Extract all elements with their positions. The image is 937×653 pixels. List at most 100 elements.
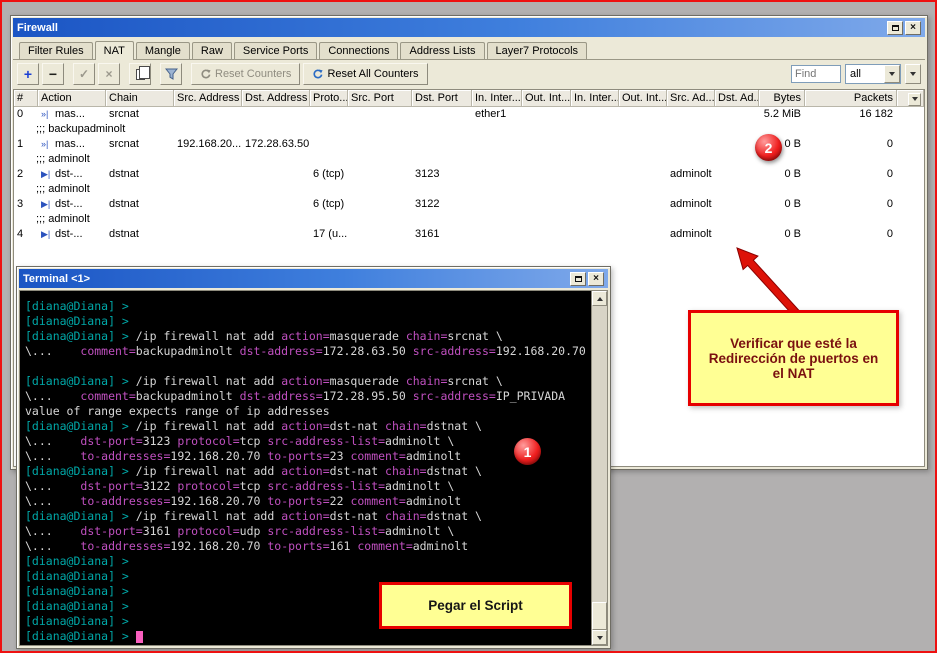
- cell-src: [174, 197, 242, 212]
- rule-row[interactable]: 3▶|dst-...dstnat6 (tcp)3122adminolt0 B0: [14, 197, 924, 212]
- chevron-down-icon: [910, 72, 916, 76]
- callout-nat-redirect: Verificar que esté la Redirección de pue…: [688, 310, 899, 406]
- terminal-titlebar[interactable]: Terminal <1> ×: [19, 269, 608, 288]
- column-header--[interactable]: #: [14, 90, 38, 107]
- column-header-action[interactable]: Action: [38, 90, 106, 107]
- column-header-dst-address[interactable]: Dst. Address: [242, 90, 310, 107]
- cell-proto: 6 (tcp): [310, 167, 348, 182]
- cell-inif: [472, 227, 522, 242]
- copy-rule-button[interactable]: [129, 63, 151, 85]
- column-header-dst-port[interactable]: Dst. Port: [412, 90, 472, 107]
- tab-mangle[interactable]: Mangle: [136, 42, 190, 59]
- cell-dstadd: [715, 167, 759, 182]
- terminal-line: \... comment=backupadminolt dst-address=…: [25, 389, 589, 404]
- disable-rule-button[interactable]: ×: [98, 63, 120, 85]
- cell-num: 0: [14, 107, 38, 122]
- firewall-toolbar: + − ✓ × Reset Counters: [13, 59, 925, 88]
- combo-arrow-button[interactable]: [884, 65, 900, 83]
- cell-inif: [472, 137, 522, 152]
- cell-chain: srcnat: [106, 107, 174, 122]
- reset-counters-button[interactable]: Reset Counters: [191, 63, 300, 85]
- column-select-button[interactable]: [908, 93, 921, 106]
- tab-layer7-protocols[interactable]: Layer7 Protocols: [487, 42, 588, 59]
- cell-packets: 0: [805, 137, 897, 152]
- column-header-src-address[interactable]: Src. Address: [174, 90, 242, 107]
- tab-raw[interactable]: Raw: [192, 42, 232, 59]
- terminal-line: [diana@Diana] >: [25, 554, 589, 569]
- comment-row[interactable]: ;;; backupadminolt: [14, 122, 924, 137]
- rule-row[interactable]: 1»|mas...srcnat192.168.20...172.28.63.50…: [14, 137, 924, 152]
- comment-row[interactable]: ;;; adminolt: [14, 152, 924, 167]
- scrollbar-track[interactable]: [592, 306, 607, 630]
- cell-inlist: [571, 167, 619, 182]
- column-header-bytes[interactable]: Bytes: [759, 90, 805, 107]
- comment-row[interactable]: ;;; adminolt: [14, 182, 924, 197]
- tab-service-ports[interactable]: Service Ports: [234, 42, 317, 59]
- terminal-line: [diana@Diana] >: [25, 314, 589, 329]
- annotation-badge-2: 2: [755, 134, 782, 161]
- comment-row[interactable]: ;;; adminolt: [14, 212, 924, 227]
- cell-outlist: [619, 197, 667, 212]
- cell-dstadd: [715, 137, 759, 152]
- filter-button[interactable]: [160, 63, 182, 85]
- column-header-chain[interactable]: Chain: [106, 90, 174, 107]
- column-header-src-ad-[interactable]: Src. Ad...: [667, 90, 715, 107]
- column-header-dst-ad-[interactable]: Dst. Ad...: [715, 90, 759, 107]
- cell-action: ▶|dst-...: [38, 197, 106, 212]
- column-header-in-inter-[interactable]: In. Inter...: [571, 90, 619, 107]
- column-header-out-int-[interactable]: Out. Int...: [522, 90, 571, 107]
- reset-counters-icon: [200, 69, 211, 80]
- reset-all-counters-button[interactable]: Reset All Counters: [303, 63, 427, 85]
- close-button[interactable]: ×: [905, 21, 921, 35]
- cell-dst: [242, 167, 310, 182]
- comment-text: ;;; adminolt: [14, 152, 90, 167]
- terminal-line: [diana@Diana] >: [25, 299, 589, 314]
- add-rule-button[interactable]: +: [17, 63, 39, 85]
- tab-nat[interactable]: NAT: [95, 41, 134, 60]
- cell-inlist: [571, 227, 619, 242]
- cell-outif: [522, 197, 571, 212]
- copy-icon: [136, 69, 145, 80]
- maximize-button[interactable]: [570, 272, 586, 286]
- callout-paste-script: Pegar el Script: [379, 582, 572, 629]
- column-header-packets[interactable]: Packets: [805, 90, 897, 107]
- column-header-proto-[interactable]: Proto...: [310, 90, 348, 107]
- column-header-out-int-[interactable]: Out. Int...: [619, 90, 667, 107]
- remove-rule-button[interactable]: −: [42, 63, 64, 85]
- tab-connections[interactable]: Connections: [319, 42, 398, 59]
- cell-num: 1: [14, 137, 38, 152]
- dst-nat-icon: ▶|: [41, 197, 55, 212]
- cell-chain: srcnat: [106, 137, 174, 152]
- rule-row[interactable]: 0»|mas...srcnatether15.2 MiB16 182: [14, 107, 924, 122]
- rule-row[interactable]: 2▶|dst-...dstnat6 (tcp)3123adminolt0 B0: [14, 167, 924, 182]
- cell-packets: 0: [805, 197, 897, 212]
- tab-filter-rules[interactable]: Filter Rules: [19, 42, 93, 59]
- column-header-in-inter-[interactable]: In. Inter...: [472, 90, 522, 107]
- comment-text: ;;; adminolt: [14, 182, 90, 197]
- find-input[interactable]: [791, 65, 841, 83]
- masquerade-icon: »|: [41, 107, 55, 122]
- maximize-button[interactable]: [887, 21, 903, 35]
- cell-action: »|mas...: [38, 107, 106, 122]
- extra-dropdown-button[interactable]: [905, 64, 921, 84]
- cell-sport: [348, 197, 412, 212]
- find-scope-combo[interactable]: all: [845, 64, 901, 84]
- reset-all-counters-icon: [312, 69, 323, 80]
- chevron-down-icon: [597, 636, 603, 640]
- scroll-down-button[interactable]: [592, 630, 607, 645]
- cell-inlist: [571, 107, 619, 122]
- firewall-titlebar[interactable]: Firewall ×: [13, 18, 925, 37]
- cell-dport: [412, 137, 472, 152]
- scroll-up-button[interactable]: [592, 291, 607, 306]
- column-header-src-port[interactable]: Src. Port: [348, 90, 412, 107]
- scrollbar-thumb[interactable]: [592, 602, 607, 630]
- cell-src: [174, 227, 242, 242]
- tab-address-lists[interactable]: Address Lists: [400, 42, 484, 59]
- close-icon: ×: [910, 23, 916, 33]
- enable-rule-button[interactable]: ✓: [73, 63, 95, 85]
- close-button[interactable]: ×: [588, 272, 604, 286]
- terminal-scrollbar[interactable]: [591, 291, 607, 645]
- cell-sport: [348, 137, 412, 152]
- cell-outif: [522, 137, 571, 152]
- chevron-up-icon: [597, 297, 603, 301]
